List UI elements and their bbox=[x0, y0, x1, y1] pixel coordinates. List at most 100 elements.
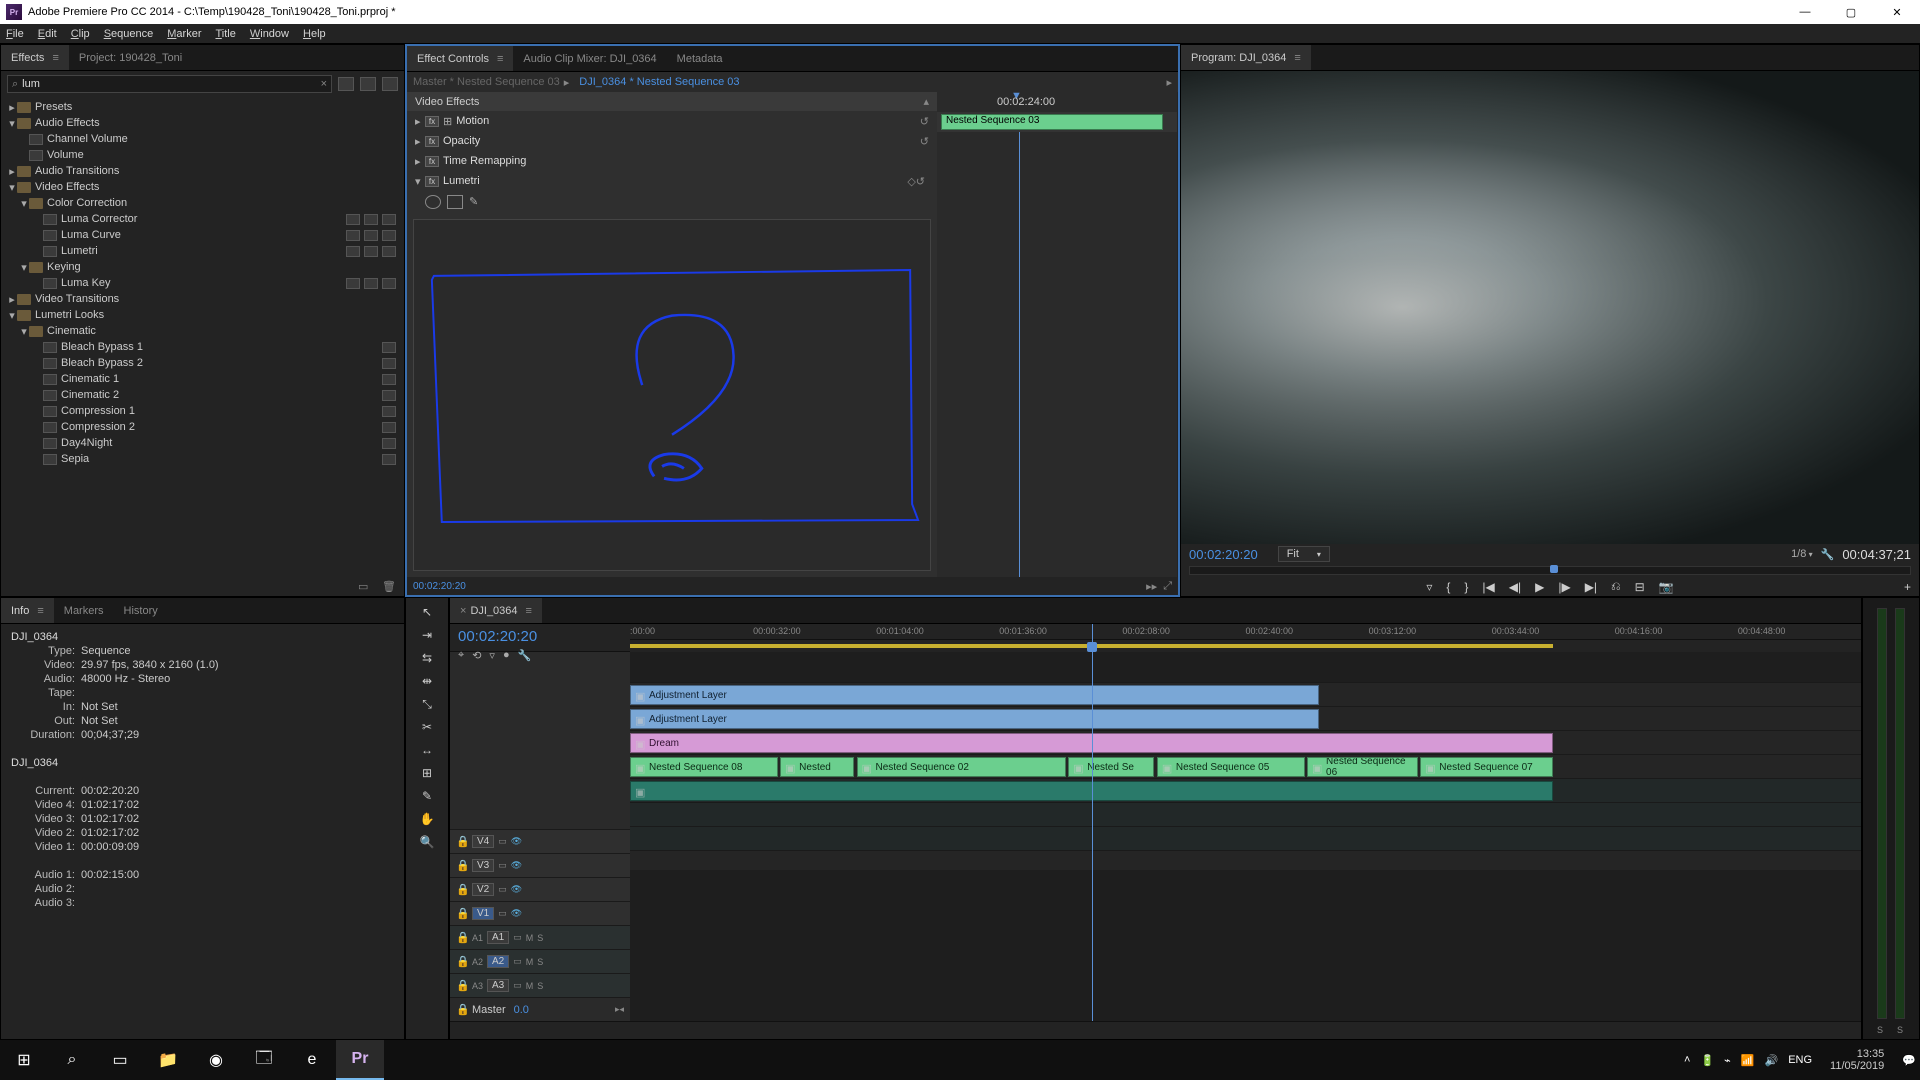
tree-folder[interactable]: ▾Video Effects bbox=[1, 179, 404, 195]
lock-icon[interactable]: 🔒 bbox=[456, 883, 468, 896]
tab-audio-mixer[interactable]: Audio Clip Mixer: DJI_0364 bbox=[513, 46, 666, 71]
solo-l[interactable]: S bbox=[1877, 1025, 1883, 1035]
zoom-tool[interactable]: 🔍 bbox=[418, 834, 436, 850]
ec-playhead[interactable] bbox=[1019, 132, 1020, 577]
minimize-button[interactable]: — bbox=[1782, 0, 1828, 24]
new-bin-icon[interactable]: ▭ bbox=[358, 580, 372, 592]
fx-type-icon[interactable] bbox=[360, 77, 376, 91]
track-header-a2[interactable]: 🔒A2A2▭MS bbox=[450, 949, 630, 973]
timeline-clip[interactable]: ▣Nested bbox=[780, 757, 854, 777]
timeline-clip[interactable]: ▣Nested Sequence 07 bbox=[1420, 757, 1553, 777]
ec-settings-icon[interactable]: ⤢ bbox=[1163, 580, 1172, 593]
tab-sequence[interactable]: × DJI_0364 ≡ bbox=[450, 598, 542, 623]
out-button[interactable]: } bbox=[1464, 580, 1468, 594]
notifications-icon[interactable]: 💬 bbox=[1902, 1054, 1916, 1067]
clear-icon[interactable]: × bbox=[321, 78, 327, 90]
tree-effect[interactable]: Compression 1 bbox=[1, 403, 404, 419]
menu-help[interactable]: Help bbox=[303, 28, 326, 40]
fx-type-icon[interactable] bbox=[338, 77, 354, 91]
pen-mask-button[interactable]: ✎ bbox=[469, 195, 485, 209]
out-icon[interactable]: ▸◂ bbox=[615, 1004, 624, 1015]
timeline-zoom[interactable] bbox=[450, 1021, 1861, 1039]
premiere-icon[interactable]: Pr bbox=[336, 1040, 384, 1080]
lift-button[interactable]: ⎌ bbox=[1611, 579, 1621, 594]
zoom-fit-dropdown[interactable]: Fit bbox=[1278, 546, 1330, 562]
tree-effect[interactable]: Luma Key bbox=[1, 275, 404, 291]
tree-folder[interactable]: ▾Audio Effects bbox=[1, 115, 404, 131]
ec-zoom-icon[interactable]: ▸▸ bbox=[1146, 580, 1157, 593]
effects-search-input[interactable]: ⌕ lum × bbox=[7, 75, 332, 93]
lock-icon[interactable]: 🔒 bbox=[456, 859, 468, 872]
wrench-icon[interactable]: 🔧 bbox=[1821, 548, 1835, 561]
track-header-a3[interactable]: 🔒A3A3▭MS bbox=[450, 973, 630, 997]
ec-timecode[interactable]: 00:02:20:20 bbox=[413, 581, 466, 592]
tree-effect[interactable]: Bleach Bypass 1 bbox=[1, 339, 404, 355]
menu-file[interactable]: File bbox=[6, 28, 24, 40]
clock[interactable]: 13:35 11/05/2019 bbox=[1822, 1048, 1892, 1072]
tab-markers[interactable]: Markers bbox=[54, 598, 114, 623]
search-button[interactable]: ⌕ bbox=[48, 1040, 96, 1080]
track-header-v3[interactable]: 🔒V3▭👁 bbox=[450, 853, 630, 877]
maximize-button[interactable]: ▢ bbox=[1828, 0, 1874, 24]
volume-icon[interactable]: 🔊 bbox=[1765, 1054, 1779, 1067]
goto-out-button[interactable]: ▶| bbox=[1585, 580, 1597, 594]
effect-row[interactable]: ▾fxLumetri◇↺ bbox=[407, 171, 937, 191]
effect-row[interactable]: ▸fxTime Remapping bbox=[407, 151, 937, 171]
menu-sequence[interactable]: Sequence bbox=[104, 28, 154, 40]
step-fwd-button[interactable]: |▶ bbox=[1558, 580, 1570, 594]
export-frame-button[interactable]: 📷 bbox=[1659, 580, 1674, 594]
app-icon[interactable]: 🗔 bbox=[240, 1040, 288, 1080]
tab-effects[interactable]: Effects ≡ bbox=[1, 45, 69, 70]
tree-effect[interactable]: Cinematic 2 bbox=[1, 387, 404, 403]
work-area-bar[interactable] bbox=[630, 640, 1861, 652]
playhead-icon[interactable] bbox=[1550, 565, 1558, 573]
panel-menu-icon[interactable]: ≡ bbox=[497, 53, 503, 65]
timeline-clip[interactable]: ▣Adjustment Layer bbox=[630, 685, 1319, 705]
razor-tool[interactable]: ✂ bbox=[418, 719, 436, 735]
program-scrubber[interactable] bbox=[1189, 566, 1911, 575]
tree-folder[interactable]: ▾Color Correction bbox=[1, 195, 404, 211]
tree-folder[interactable]: ▸Audio Transitions bbox=[1, 163, 404, 179]
timeline-content[interactable]: :00:0000:00:32:0000:01:04:0000:01:36:000… bbox=[630, 624, 1861, 1021]
lock-icon[interactable]: 🔒 bbox=[456, 907, 468, 920]
lock-icon[interactable]: 🔒 bbox=[456, 835, 468, 848]
resolution-dropdown[interactable]: 1/8 bbox=[1791, 548, 1813, 560]
program-timecode-current[interactable]: 00:02:20:20 bbox=[1189, 547, 1258, 562]
menu-edit[interactable]: Edit bbox=[38, 28, 57, 40]
panel-menu-icon[interactable]: ≡ bbox=[1294, 52, 1300, 64]
timeline-track[interactable]: ▣Adjustment Layer bbox=[630, 706, 1861, 730]
pen-tool[interactable]: ✎ bbox=[418, 788, 436, 804]
tree-folder[interactable]: ▾Cinematic bbox=[1, 323, 404, 339]
panel-menu-icon[interactable]: ≡ bbox=[526, 605, 532, 617]
tab-effect-controls[interactable]: Effect Controls ≡ bbox=[407, 46, 513, 71]
time-ruler[interactable]: :00:0000:00:32:0000:01:04:0000:01:36:000… bbox=[630, 624, 1861, 640]
ripple-tool[interactable]: ⇆ bbox=[418, 650, 436, 666]
program-video[interactable] bbox=[1181, 71, 1919, 544]
timeline-timecode[interactable]: 00:02:20:20 bbox=[458, 628, 537, 645]
tab-project[interactable]: Project: 190428_Toni bbox=[69, 45, 192, 70]
solo-r[interactable]: S bbox=[1897, 1025, 1903, 1035]
timeline-track[interactable] bbox=[630, 826, 1861, 850]
lock-icon[interactable]: 🔒 bbox=[456, 931, 468, 944]
add-button[interactable]: + bbox=[1904, 580, 1911, 594]
rect-mask-button[interactable] bbox=[447, 195, 463, 209]
marker-button[interactable]: ▿ bbox=[1426, 580, 1432, 594]
close-tab-icon[interactable]: × bbox=[460, 605, 466, 617]
extract-button[interactable]: ⊟ bbox=[1635, 580, 1645, 594]
menu-window[interactable]: Window bbox=[250, 28, 289, 40]
effect-row[interactable]: ▸fxOpacity↺ bbox=[407, 131, 937, 151]
battery-icon[interactable]: 🔋 bbox=[1700, 1054, 1714, 1067]
lock-icon[interactable]: 🔒 bbox=[456, 979, 468, 992]
slip-tool[interactable]: ↔ bbox=[418, 742, 436, 758]
timeline-track[interactable]: ▣ bbox=[630, 778, 1861, 802]
timeline-playhead[interactable] bbox=[1092, 624, 1093, 1021]
ellipse-mask-button[interactable] bbox=[425, 195, 441, 209]
close-button[interactable]: ✕ bbox=[1874, 0, 1920, 24]
track-header-v2[interactable]: 🔒V2▭👁 bbox=[450, 877, 630, 901]
track-header-v1[interactable]: 🔒V1▭👁 bbox=[450, 901, 630, 925]
delete-icon[interactable]: 🗑 bbox=[382, 580, 396, 592]
track-header-a1[interactable]: 🔒A1A1▭MS bbox=[450, 925, 630, 949]
mask-preview[interactable] bbox=[413, 219, 931, 571]
tab-program[interactable]: Program: DJI_0364 ≡ bbox=[1181, 45, 1311, 70]
panel-menu-icon[interactable]: ≡ bbox=[52, 52, 58, 64]
